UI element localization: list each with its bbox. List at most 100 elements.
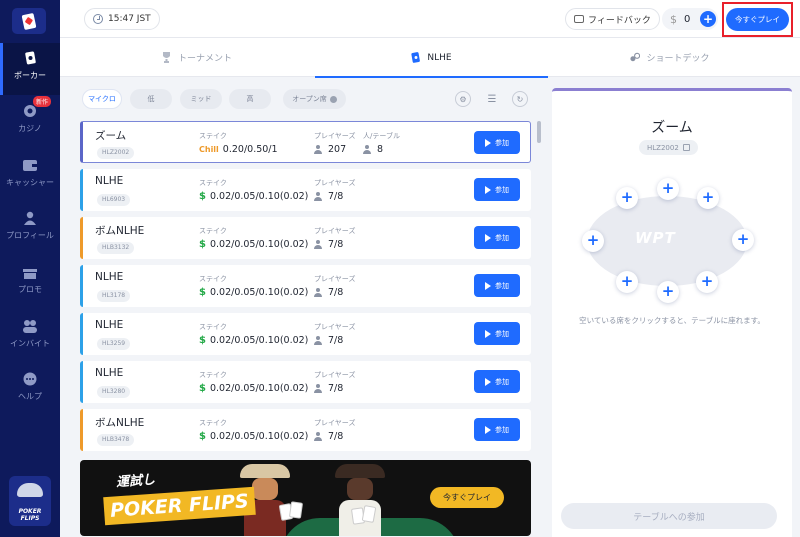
join-table-button[interactable]: テーブルへの参加 [561, 503, 777, 529]
dollar-currency-icon: $ [199, 383, 206, 394]
players-label: プレイヤーズ [314, 227, 356, 235]
sidebar-item-label: プロモ [18, 285, 42, 294]
table-row[interactable]: ズーム HLZ2002 ステイク Chill 0.20/0.50/1 プレイヤー… [80, 121, 531, 163]
join-button[interactable]: 参加 [474, 131, 520, 154]
stakes-label: ステイク [199, 371, 227, 379]
cards-icon [630, 52, 641, 63]
brand-line1: POKER [18, 508, 42, 515]
filter-open-seats-label: オープン席 [292, 95, 327, 103]
empty-seat-button[interactable]: + [582, 230, 604, 252]
empty-seat-button[interactable]: + [657, 281, 679, 303]
sidebar-item-label: キャッシャー [6, 178, 54, 187]
filter-micro[interactable]: マイクロ [82, 89, 122, 109]
table-row[interactable]: ボムNLHE HLB3478 ステイク $ 0.02/0.05/0.10(0.0… [80, 409, 531, 451]
preview-table-code[interactable]: HLZ2002 [639, 140, 698, 155]
stakes-label: ステイク [199, 419, 227, 427]
settings-icon[interactable]: ⚙ [455, 91, 471, 107]
balance-value: 0 [684, 13, 691, 25]
logo-card-icon [21, 12, 37, 30]
join-button[interactable]: 参加 [474, 322, 520, 345]
table-row[interactable]: NLHE HL6903 ステイク $ 0.02/0.05/0.10(0.02) … [80, 169, 531, 211]
play-icon [485, 425, 491, 434]
deposit-plus-icon[interactable]: + [700, 11, 716, 27]
table-row[interactable]: NLHE HL3178 ステイク $ 0.02/0.05/0.10(0.02) … [80, 265, 531, 307]
app-logo[interactable] [12, 8, 46, 34]
sidebar-item-casino[interactable]: 新作 カジノ [0, 96, 60, 148]
sidebar-item-help[interactable]: ヘルプ [0, 364, 60, 416]
players-count: 7/8 [328, 335, 344, 346]
players-count: 207 [328, 144, 347, 155]
sidebar-item-label: インバイト [10, 339, 50, 348]
sidebar-item-profile[interactable]: プロフィール [0, 203, 60, 255]
empty-seat-button[interactable]: + [616, 271, 638, 293]
join-button[interactable]: 参加 [474, 370, 520, 393]
new-badge: 新作 [33, 96, 52, 107]
table-preview-panel: ズーム HLZ2002 WPT + + + + + + + + 空いている席をク… [552, 88, 792, 537]
players-count: 7/8 [328, 239, 344, 250]
empty-seat-button[interactable]: + [732, 229, 754, 251]
person-icon [314, 240, 322, 249]
empty-seat-button[interactable]: + [657, 178, 679, 200]
tab-short-deck[interactable]: ショートデック [580, 38, 760, 77]
players-label: プレイヤーズ [314, 179, 356, 187]
players-label: プレイヤーズ [314, 371, 356, 379]
table-code: HL3259 [97, 338, 131, 350]
join-button[interactable]: 参加 [474, 226, 520, 249]
tab-label: トーナメント [177, 54, 232, 64]
table-name: ズーム [95, 130, 127, 142]
sidebar-item-promo[interactable]: プロモ [0, 257, 60, 309]
clock-display: 15:47 JST [84, 8, 160, 30]
join-button[interactable]: 参加 [474, 418, 520, 441]
playing-card-icon [288, 501, 304, 519]
players-label: プレイヤーズ [314, 419, 356, 427]
table-row[interactable]: NLHE HL3259 ステイク $ 0.02/0.05/0.10(0.02) … [80, 313, 531, 355]
table-row[interactable]: ボムNLHE HLB3132 ステイク $ 0.02/0.05/0.10(0.0… [80, 217, 531, 259]
table-code: HLB3478 [97, 434, 135, 446]
list-scrollbar[interactable] [537, 121, 541, 143]
dollar-icon: $ [670, 12, 677, 26]
copy-icon[interactable] [682, 144, 690, 151]
play-icon [485, 329, 491, 338]
poker-flips-brand[interactable]: POKER FLIPS [9, 476, 51, 526]
players-value: 7/8 [314, 191, 343, 202]
join-button[interactable]: 参加 [474, 274, 520, 297]
filter-high[interactable]: 高 [229, 89, 271, 109]
table-code: HLB3132 [97, 242, 135, 254]
banner-play-now-button[interactable]: 今すぐプレイ [430, 487, 504, 508]
feedback-icon [574, 15, 584, 23]
stakes-text: 0.02/0.05/0.10(0.02) [209, 431, 309, 442]
wallet-icon [22, 158, 38, 172]
empty-seat-button[interactable]: + [697, 187, 719, 209]
person-icon [314, 336, 322, 345]
join-label: 参加 [495, 329, 509, 338]
filter-mid[interactable]: ミッド [180, 89, 222, 109]
table-row[interactable]: NLHE HL3280 ステイク $ 0.02/0.05/0.10(0.02) … [80, 361, 531, 403]
empty-seat-button[interactable]: + [696, 271, 718, 293]
dollar-currency-icon: $ [199, 191, 206, 202]
empty-seat-button[interactable]: + [616, 187, 638, 209]
sidebar-item-invite[interactable]: インバイト [0, 311, 60, 363]
sidebar-item-poker[interactable]: ポーカー [0, 43, 60, 95]
stakes-text: 0.02/0.05/0.10(0.02) [209, 191, 309, 202]
join-button[interactable]: 参加 [474, 178, 520, 201]
tab-nlhe[interactable]: NLHE [315, 38, 548, 78]
highlight-annotation [722, 2, 793, 37]
brand-line2: FLIPS [20, 515, 40, 522]
tab-tournament[interactable]: トーナメント [122, 38, 272, 77]
refresh-icon[interactable]: ↻ [512, 91, 528, 107]
feedback-button[interactable]: フィードバック [565, 8, 660, 30]
spade-card-icon [22, 51, 38, 65]
stakes-value: $ 0.02/0.05/0.10(0.02) [199, 191, 308, 202]
filter-open-seats[interactable]: オープン席 [283, 89, 346, 109]
dollar-currency-icon: $ [199, 335, 206, 346]
join-label: 参加 [495, 281, 509, 290]
promo-banner[interactable]: 運試し POKER FLIPS 今すぐプレイ [80, 460, 531, 536]
stakes-label: ステイク [199, 275, 227, 283]
sidebar-item-cashier[interactable]: キャッシャー [0, 150, 60, 202]
sort-icon[interactable]: ☰ [484, 91, 500, 107]
dollar-currency-icon: $ [199, 239, 206, 250]
players-count: 7/8 [328, 383, 344, 394]
filter-low[interactable]: 低 [130, 89, 172, 109]
players-count: 7/8 [328, 287, 344, 298]
players-value: 7/8 [314, 383, 343, 394]
